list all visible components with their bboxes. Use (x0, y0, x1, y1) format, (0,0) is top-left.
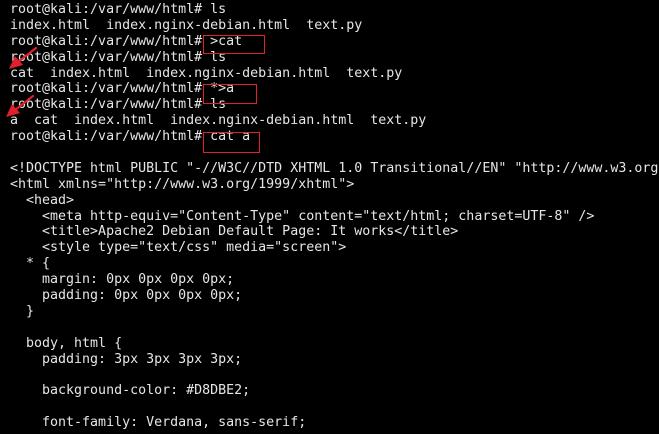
highlight-box-cat-a-command (203, 132, 260, 153)
output-line: body, html { (10, 335, 123, 351)
output-line: <meta http-equiv="Content-Type" content=… (10, 208, 595, 224)
output-line: * { (10, 256, 51, 272)
terminal-line-prompt-ls: root@kali:/var/www/html# ls (10, 49, 227, 65)
terminal-line-prompt-cat-a: root@kali:/var/www/html# cat a (10, 129, 251, 145)
highlight-box-wildcard-command (203, 84, 257, 104)
terminal-line-prompt-ls: root@kali:/var/www/html# ls (10, 97, 227, 113)
output-line: <head> (10, 192, 75, 208)
output-line: padding: 0px 0px 0px 0px; (10, 288, 243, 304)
terminal-line-output: index.html index.nginx-debian.html text.… (10, 17, 363, 33)
arrow-icon-a-file (6, 94, 35, 117)
output-line: margin: 0px 0px 0px 0px; (10, 272, 235, 288)
output-line: padding: 3px 3px 3px 3px; (10, 351, 243, 367)
terminal-line-output: cat index.html index.nginx-debian.html t… (10, 65, 403, 81)
output-line: background-color: #D8DBE2; (10, 383, 251, 399)
terminal-line-prompt-ls: root@kali:/var/www/html# ls (10, 2, 227, 17)
highlight-box-cat-command (203, 35, 265, 54)
output-line: <style type="text/css" media="screen"> (10, 240, 347, 256)
terminal-line-prompt-cat: root@kali:/var/www/html# >cat (10, 33, 243, 49)
output-line: <!DOCTYPE html PUBLIC "-//W3C//DTD XHTML… (10, 160, 659, 176)
output-line: font-family: Verdana, sans-serif; (10, 415, 307, 431)
output-line: } (10, 303, 35, 319)
arrow-icon-cat-file (9, 46, 38, 69)
terminal-line-output: a cat index.html index.nginx-debian.html… (10, 113, 427, 129)
terminal-line-prompt-wildcard: root@kali:/var/www/html# *>a (10, 81, 235, 97)
terminal-content: root@kali:/var/www/html# ls index.html i… (10, 2, 659, 431)
output-line: <title>Apache2 Debian Default Page: It w… (10, 224, 459, 240)
terminal-window[interactable]: root@kali:/var/www/html# ls index.html i… (0, 0, 659, 434)
output-line: <html xmlns="http://www.w3.org/1999/xhtm… (10, 176, 355, 192)
